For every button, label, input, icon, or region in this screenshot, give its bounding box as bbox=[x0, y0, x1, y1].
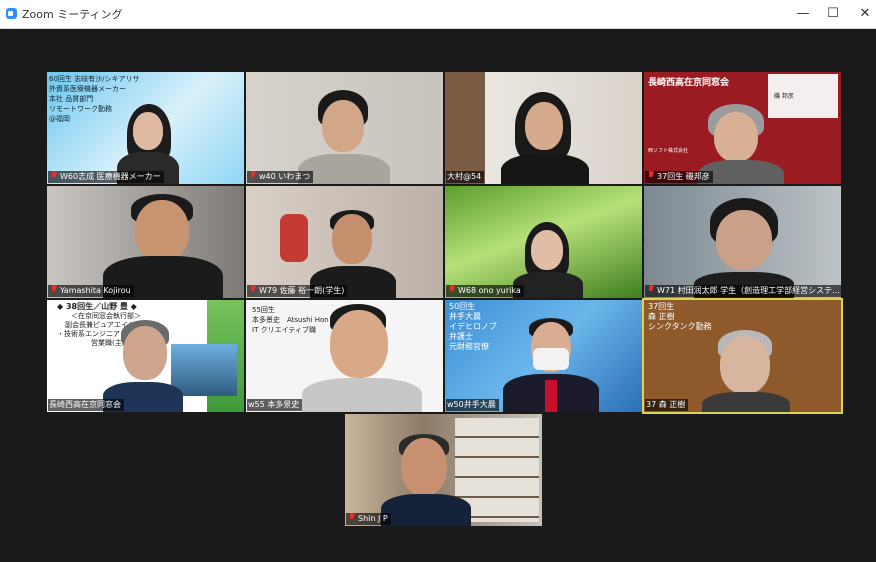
maximize-button[interactable]: ☐ bbox=[818, 4, 848, 24]
participant-name: 長崎西高在京同窓会 bbox=[49, 400, 121, 409]
participant-tile[interactable]: ◆ 38回生／山野 豊 ◆ ＜在京同窓会執行部＞ 副会長兼ピュアエイジ担当 ・技… bbox=[47, 300, 244, 412]
participant-name: w50井手大晨 bbox=[447, 400, 496, 409]
participant-face bbox=[401, 438, 447, 496]
participant-face bbox=[720, 336, 770, 394]
participant-name: W79 佐藤 裕一朗(学生) bbox=[259, 286, 345, 295]
participant-tile[interactable]: W71 村田润太郎 学生（創造理工学部経営システ... bbox=[644, 186, 841, 298]
mic-muted-icon bbox=[648, 171, 654, 180]
participant-tile[interactable]: 60回生 志岐有沙/シキアリサ 外資系医療機器メーカー 本社 品質部門 リモート… bbox=[47, 72, 244, 184]
red-tie bbox=[545, 380, 557, 412]
participant-name: Shin J P bbox=[358, 514, 388, 523]
zoom-window: Zoom ミーティング — ☐ ✕ 60回生 志岐有沙/シキアリサ 外資系医療機… bbox=[0, 0, 876, 562]
virtual-bg-text: 元財務官僚 bbox=[449, 342, 489, 351]
participant-face bbox=[123, 326, 167, 380]
gallery-view: 60回生 志岐有沙/シキアリサ 外資系医療機器メーカー 本社 品質部門 リモート… bbox=[0, 29, 876, 562]
window-title: Zoom ミーティング bbox=[22, 8, 123, 21]
virtual-bg-text: IT クリエイティブ職 bbox=[252, 326, 317, 334]
participant-name: Yamashita Kojirou bbox=[60, 286, 131, 295]
red-chair bbox=[280, 214, 308, 262]
virtual-bg-text: 外資系医療機器メーカー bbox=[49, 85, 126, 93]
participant-tile[interactable]: Yamashita Kojirou bbox=[47, 186, 244, 298]
virtual-bg-text: 60回生 志岐有沙/シキアリサ bbox=[49, 75, 140, 83]
virtual-bg-text: 井手大晨 bbox=[449, 312, 481, 321]
virtual-bg-text: 弁護士 bbox=[449, 332, 473, 341]
participant-face bbox=[531, 230, 563, 270]
participant-name: W71 村田润太郎 学生（創造理工学部経営システ... bbox=[657, 286, 840, 295]
participant-name: w55 本多景史 bbox=[248, 400, 300, 409]
mic-muted-icon bbox=[250, 285, 256, 294]
city-photo bbox=[171, 344, 237, 396]
mic-muted-icon bbox=[648, 285, 654, 294]
virtual-bg-text: 50回生 bbox=[449, 302, 476, 311]
mic-muted-icon bbox=[449, 285, 455, 294]
virtual-bg-text: ◆ 38回生／山野 豊 ◆ bbox=[57, 302, 137, 311]
participant-tile[interactable]: 長崎西高在京同窓会 磯 邦彦 西ソフト株式会社 37回生 磯邦彦 bbox=[644, 72, 841, 184]
minimize-button[interactable]: — bbox=[788, 4, 818, 24]
virtual-bg-text: @福岡 bbox=[49, 115, 70, 123]
participant-face bbox=[525, 102, 563, 150]
participant-face bbox=[332, 214, 372, 264]
participant-tile[interactable]: W79 佐藤 裕一朗(学生) bbox=[246, 186, 443, 298]
virtual-bg-text: 西ソフト株式会社 bbox=[648, 148, 689, 154]
participant-name: w40 いわまつ bbox=[259, 172, 311, 181]
participant-tile[interactable]: W68 ono yurika bbox=[445, 186, 642, 298]
participant-tile-active-speaker[interactable]: 37回生 森 正樹 シンクタンク勤務 37 森 正樹 bbox=[644, 300, 841, 412]
close-button[interactable]: ✕ bbox=[850, 4, 876, 24]
mic-muted-icon bbox=[250, 171, 256, 180]
participant-name: W68 ono yurika bbox=[458, 286, 521, 295]
virtual-bg-text: ＜在京同窓会執行部＞ bbox=[71, 312, 141, 320]
virtual-bg-text: 本社 品質部門 bbox=[49, 95, 94, 103]
participant-face bbox=[133, 112, 163, 150]
participant-tile[interactable]: 55回生 本多景史 Atsushi Hon IT クリエイティブ職 w55 本多… bbox=[246, 300, 443, 412]
participant-name: 37 森 正樹 bbox=[646, 400, 686, 409]
mic-muted-icon bbox=[51, 285, 57, 294]
participant-tile[interactable]: w40 いわまつ bbox=[246, 72, 443, 184]
mic-muted-icon bbox=[51, 171, 57, 180]
virtual-bg-text: イデヒロノブ bbox=[449, 322, 497, 331]
participant-tile[interactable]: 大村@54 bbox=[445, 72, 642, 184]
face-mask bbox=[533, 348, 569, 370]
participant-face bbox=[135, 200, 189, 262]
virtual-bg-text: 磯 邦彦 bbox=[774, 93, 794, 100]
participant-tile[interactable]: 50回生 井手大晨 イデヒロノブ 弁護士 元財務官僚 w50井手大晨 bbox=[445, 300, 642, 412]
virtual-bg-text: リモートワーク勤務 bbox=[49, 105, 112, 113]
virtual-bg-text: 37回生 bbox=[648, 302, 675, 311]
participant-tile[interactable]: Shin J P bbox=[345, 414, 542, 526]
participant-name: W60志成 医療機器メーカー bbox=[60, 172, 161, 181]
participant-face bbox=[714, 112, 758, 162]
virtual-bg-text: 長崎西高在京同窓会 bbox=[648, 78, 730, 88]
virtual-bg-text: 55回生 bbox=[252, 306, 275, 314]
mic-muted-icon bbox=[349, 513, 355, 522]
participant-face bbox=[716, 210, 772, 270]
participant-face bbox=[330, 310, 388, 378]
title-bar: Zoom ミーティング — ☐ ✕ bbox=[0, 0, 876, 29]
virtual-bg-text: シンクタンク勤務 bbox=[648, 322, 712, 331]
virtual-bg-text: 森 正樹 bbox=[648, 312, 675, 321]
virtual-bg-text: 本多景史 Atsushi Hon bbox=[252, 316, 329, 324]
participant-name: 37回生 磯邦彦 bbox=[657, 172, 710, 181]
zoom-logo-icon bbox=[6, 8, 17, 19]
participant-name: 大村@54 bbox=[447, 172, 482, 181]
participant-face bbox=[322, 100, 364, 152]
